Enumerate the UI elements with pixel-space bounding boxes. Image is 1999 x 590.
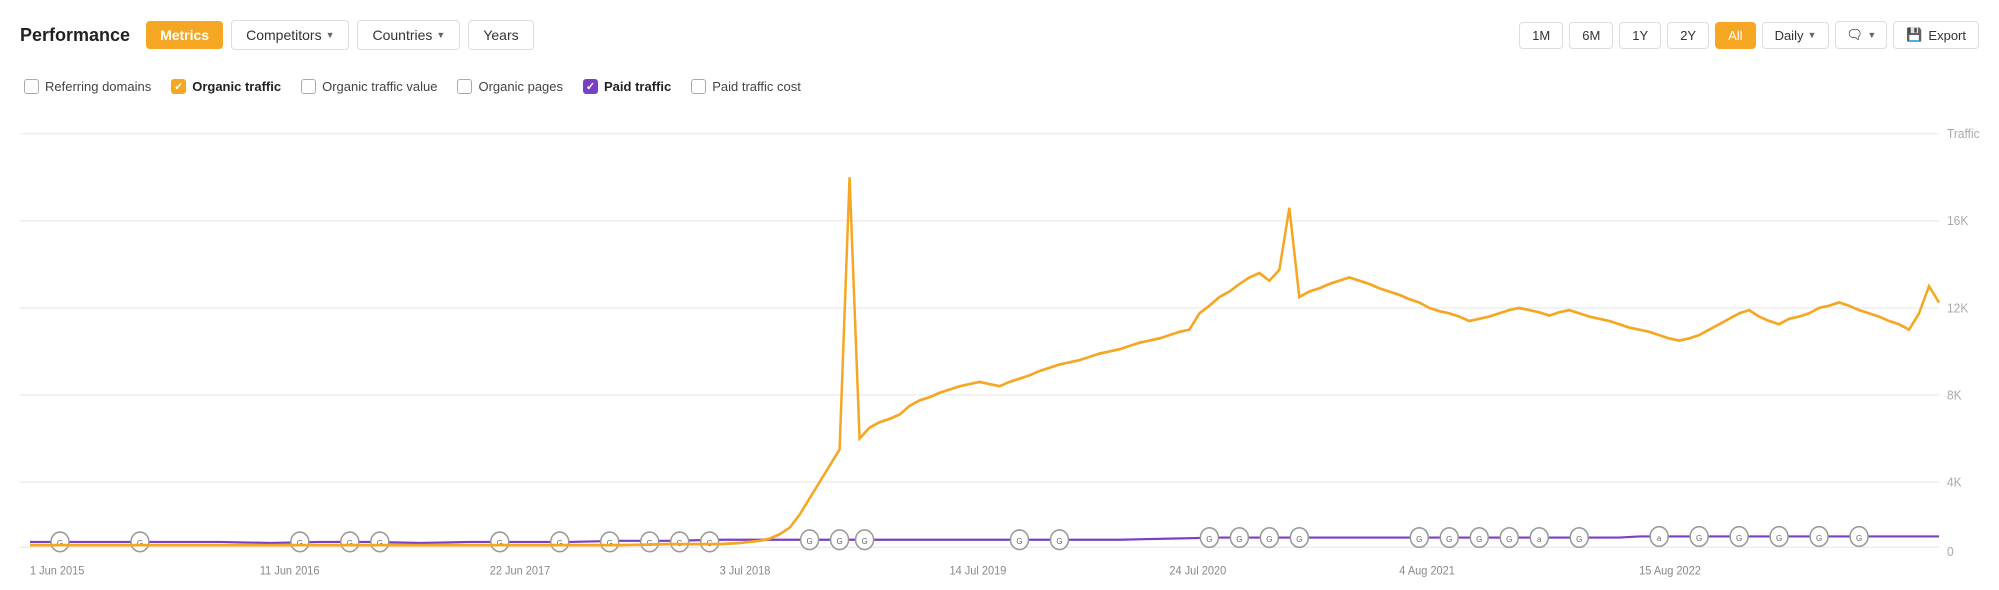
legend-label-organic-traffic: Organic traffic bbox=[192, 79, 281, 94]
svg-text:G: G bbox=[1776, 532, 1782, 542]
svg-text:G: G bbox=[377, 538, 383, 548]
countries-button[interactable]: Countries bbox=[357, 20, 460, 50]
checkbox-paid-traffic-cost[interactable] bbox=[691, 79, 706, 94]
svg-text:G: G bbox=[137, 538, 143, 548]
app-container: Performance Metrics Competitors Countrie… bbox=[0, 0, 1999, 590]
export-button[interactable]: 💾 Export bbox=[1893, 21, 1979, 49]
x-label-2015: 1 Jun 2015 bbox=[30, 565, 84, 577]
legend-organic-pages[interactable]: Organic pages bbox=[457, 79, 563, 94]
legend-label-organic-traffic-value: Organic traffic value bbox=[322, 79, 437, 94]
svg-text:G: G bbox=[1506, 534, 1512, 544]
organic-traffic-line bbox=[30, 177, 1939, 545]
svg-text:G: G bbox=[1236, 534, 1242, 544]
legend-label-organic-pages: Organic pages bbox=[478, 79, 563, 94]
legend-label-paid-traffic: Paid traffic bbox=[604, 79, 671, 94]
page-title: Performance bbox=[20, 25, 130, 46]
svg-text:a: a bbox=[1537, 534, 1542, 544]
svg-text:G: G bbox=[861, 536, 867, 546]
svg-text:G: G bbox=[1696, 532, 1702, 542]
svg-text:G: G bbox=[1206, 534, 1212, 544]
toolbar: Performance Metrics Competitors Countrie… bbox=[20, 10, 1979, 60]
svg-text:G: G bbox=[497, 538, 503, 548]
legend-organic-traffic-value[interactable]: Organic traffic value bbox=[301, 79, 437, 94]
export-label: Export bbox=[1928, 28, 1966, 43]
time-all-button[interactable]: All bbox=[1715, 22, 1755, 49]
svg-text:G: G bbox=[1736, 532, 1742, 542]
svg-text:G: G bbox=[1056, 536, 1062, 546]
legend-organic-traffic[interactable]: Organic traffic bbox=[171, 79, 281, 94]
svg-text:G: G bbox=[57, 538, 63, 548]
checkbox-organic-pages[interactable] bbox=[457, 79, 472, 94]
competitors-button[interactable]: Competitors bbox=[231, 20, 349, 50]
y-label-4k: 4K bbox=[1947, 475, 1962, 490]
checkbox-organic-traffic-value[interactable] bbox=[301, 79, 316, 94]
svg-text:G: G bbox=[1416, 534, 1422, 544]
y-label-0: 0 bbox=[1947, 545, 1954, 560]
annotation-button[interactable]: 🗨 bbox=[1835, 21, 1887, 49]
legend-referring-domains[interactable]: Referring domains bbox=[24, 79, 151, 94]
svg-text:G: G bbox=[836, 536, 842, 546]
time-2y-button[interactable]: 2Y bbox=[1667, 22, 1709, 49]
svg-text:G: G bbox=[607, 538, 613, 548]
toolbar-left: Performance Metrics Competitors Countrie… bbox=[20, 20, 534, 50]
time-1y-button[interactable]: 1Y bbox=[1619, 22, 1661, 49]
legend-label-paid-traffic-cost: Paid traffic cost bbox=[712, 79, 801, 94]
svg-text:G: G bbox=[1266, 534, 1272, 544]
svg-text:G: G bbox=[806, 536, 812, 546]
checkbox-referring-domains[interactable] bbox=[24, 79, 39, 94]
x-label-2016: 11 Jun 2016 bbox=[260, 565, 320, 577]
svg-text:a: a bbox=[1657, 532, 1662, 542]
x-label-2022: 15 Aug 2022 bbox=[1639, 565, 1701, 577]
svg-text:G: G bbox=[1856, 532, 1862, 542]
chart-area: Traffic 16K 12K 8K 4K 0 G G G G bbox=[20, 112, 1979, 580]
x-label-2018: 3 Jul 2018 bbox=[720, 565, 771, 577]
metrics-button[interactable]: Metrics bbox=[146, 21, 223, 49]
legend-row: Referring domains Organic traffic Organi… bbox=[20, 68, 1979, 104]
time-6m-button[interactable]: 6M bbox=[1569, 22, 1613, 49]
y-label-8k: 8K bbox=[1947, 388, 1962, 403]
chart-svg: Traffic 16K 12K 8K 4K 0 G G G G bbox=[20, 112, 1979, 580]
y-label-12k: 12K bbox=[1947, 301, 1969, 316]
legend-paid-traffic-cost[interactable]: Paid traffic cost bbox=[691, 79, 801, 94]
toolbar-right: 1M 6M 1Y 2Y All Daily 🗨 💾 Export bbox=[1519, 21, 1979, 49]
legend-label-referring-domains: Referring domains bbox=[45, 79, 151, 94]
export-icon: 💾 bbox=[1906, 27, 1922, 43]
svg-text:G: G bbox=[1816, 532, 1822, 542]
svg-text:G: G bbox=[1016, 536, 1022, 546]
svg-text:G: G bbox=[347, 538, 353, 548]
x-label-2017: 22 Jun 2017 bbox=[490, 565, 550, 577]
time-1m-button[interactable]: 1M bbox=[1519, 22, 1563, 49]
annotation-icon: 🗨 bbox=[1846, 27, 1863, 43]
x-label-2021: 4 Aug 2021 bbox=[1399, 565, 1455, 577]
y-label-traffic: Traffic bbox=[1947, 127, 1979, 142]
legend-paid-traffic[interactable]: Paid traffic bbox=[583, 79, 671, 94]
svg-text:G: G bbox=[557, 538, 563, 548]
checkbox-organic-traffic[interactable] bbox=[171, 79, 186, 94]
svg-text:G: G bbox=[1476, 534, 1482, 544]
years-button[interactable]: Years bbox=[468, 20, 533, 50]
x-label-2019: 14 Jul 2019 bbox=[950, 565, 1007, 577]
granularity-button[interactable]: Daily bbox=[1762, 22, 1830, 49]
svg-text:G: G bbox=[1576, 534, 1582, 544]
y-label-16k: 16K bbox=[1947, 214, 1969, 229]
svg-text:G: G bbox=[297, 538, 303, 548]
x-label-2020: 24 Jul 2020 bbox=[1169, 565, 1226, 577]
checkbox-paid-traffic[interactable] bbox=[583, 79, 598, 94]
svg-text:G: G bbox=[1296, 534, 1302, 544]
svg-text:G: G bbox=[1446, 534, 1452, 544]
